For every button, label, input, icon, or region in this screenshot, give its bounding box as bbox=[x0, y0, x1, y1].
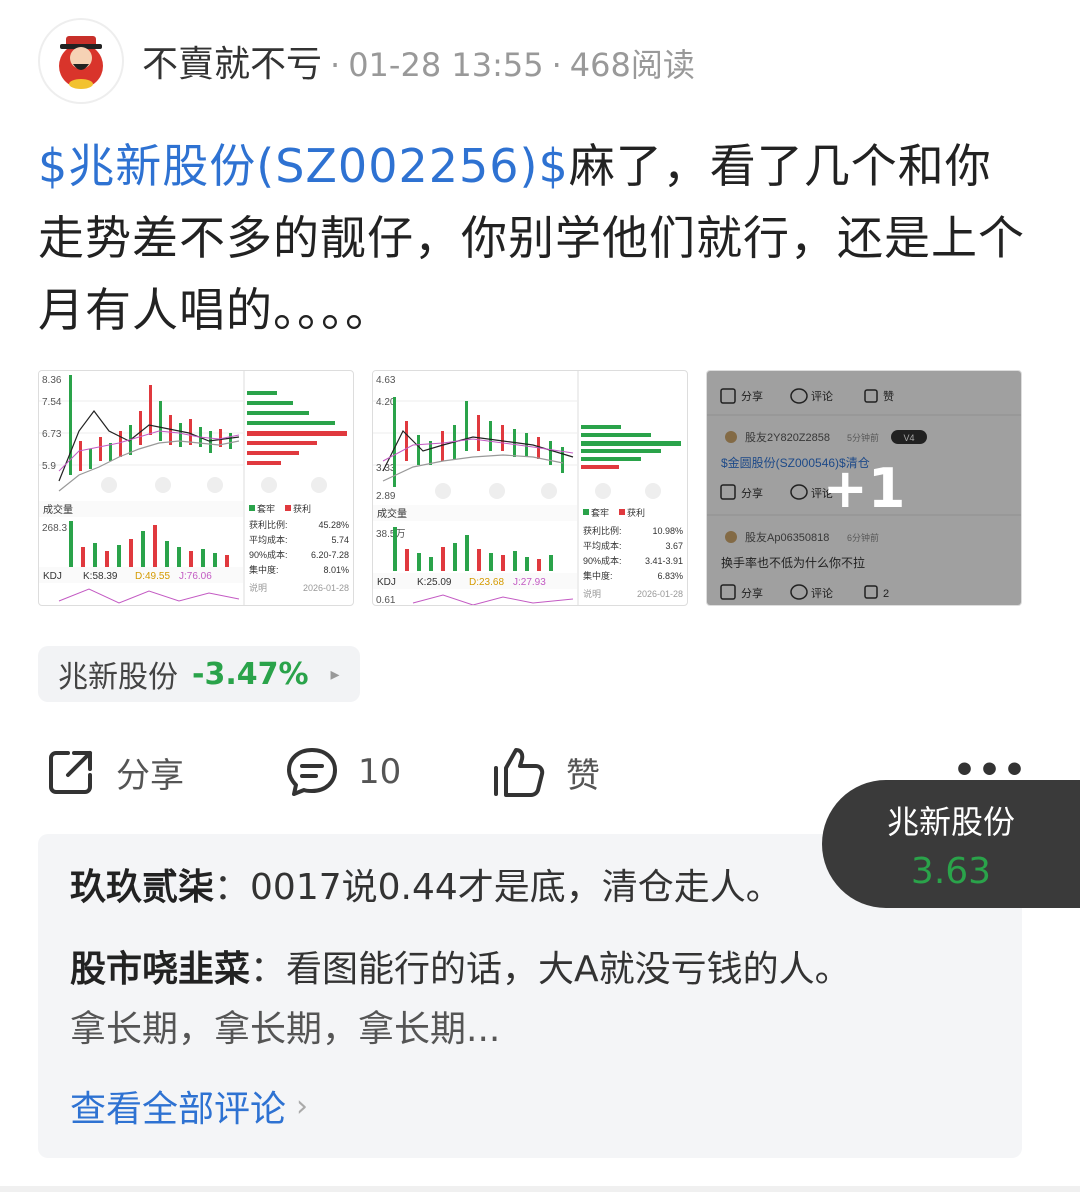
stat-label: 获利比例: bbox=[583, 525, 622, 536]
post-meta: 不賣就不亏 · 01-28 13:55 · 468阅读 bbox=[142, 35, 695, 87]
y-tick: 4.63 bbox=[376, 375, 396, 386]
stat-value: 3.67 bbox=[665, 541, 683, 551]
stat-value: 45.28% bbox=[318, 520, 349, 530]
like-button[interactable]: 赞 bbox=[490, 740, 600, 804]
stat-label: 获利比例: bbox=[249, 519, 288, 530]
god-of-wealth-avatar-icon bbox=[59, 36, 103, 89]
like-label: 赞 bbox=[566, 755, 600, 796]
y-tick: 6.73 bbox=[42, 429, 62, 440]
kdj-bottom: 0.61 bbox=[376, 595, 396, 606]
stat-value: 5.74 bbox=[331, 535, 349, 545]
kdj-k: K:58.39 bbox=[83, 571, 118, 582]
view-all-label: 查看全部评论 bbox=[70, 1089, 287, 1130]
stat-label: 集中度: bbox=[249, 564, 279, 575]
post-header: 不賣就不亏 · 01-28 13:55 · 468阅读 bbox=[38, 18, 695, 104]
y-tick: 4.20 bbox=[376, 397, 396, 408]
bottom-divider bbox=[0, 1186, 1080, 1192]
stat-value: 8.01% bbox=[323, 565, 349, 575]
share-button[interactable]: 分享 bbox=[44, 740, 184, 804]
more-images-count: +1 bbox=[822, 456, 906, 520]
post-body: $兆新股份(SZ002256)$麻了，看了几个和你走势差不多的靓仔，你别学他们就… bbox=[38, 130, 1038, 346]
chart-thumbnail-2[interactable]: 4.63 4.20 3.33 2.89 成交量 38.5万 KDJ K:25.0… bbox=[372, 370, 688, 606]
legend-profit: 获利 bbox=[293, 503, 311, 514]
stat-label: 平均成本: bbox=[583, 540, 622, 551]
screenshot-thumbnail-3[interactable]: 分享 评论 赞 股友2Y820Z2858 5分钟前 V4 $金圆股份(SZ000… bbox=[706, 370, 1022, 606]
commenter-name[interactable]: 玖玖贰柒 bbox=[70, 867, 214, 908]
floating-stock-price: 3.63 bbox=[910, 850, 992, 892]
stat-value: 6.83% bbox=[657, 571, 683, 581]
volume-label: 成交量 bbox=[377, 507, 407, 520]
stat-label: 集中度: bbox=[583, 570, 613, 581]
y-tick: 2.89 bbox=[376, 491, 396, 502]
comment-text-continued: 拿长期，拿长期，拿长期... bbox=[70, 1009, 501, 1050]
y-tick: 8.36 bbox=[42, 375, 62, 386]
image-thumbnails: 8.36 7.54 6.73 5.9 成交量 268.3 KDJ K:58.39… bbox=[38, 370, 1022, 606]
floating-stock-name: 兆新股份 bbox=[886, 802, 1015, 841]
comment-button[interactable]: 10 bbox=[284, 740, 401, 804]
play-arrow-icon: ▸ bbox=[330, 663, 340, 685]
share-label: 分享 bbox=[116, 755, 184, 796]
floating-stock-quote[interactable]: 兆新股份 3.63 bbox=[822, 780, 1080, 908]
kdj-d: D:23.68 bbox=[469, 577, 504, 588]
volume-bars bbox=[69, 521, 229, 567]
read-count: 468阅读 bbox=[569, 46, 695, 84]
commenter-name[interactable]: 股市哓韭菜 bbox=[70, 949, 250, 990]
stock-link[interactable]: $兆新股份(SZ002256)$ bbox=[38, 139, 569, 193]
volume-bars bbox=[393, 527, 553, 571]
thumbs-up-icon bbox=[494, 748, 545, 797]
chip-distribution bbox=[247, 391, 347, 465]
note-label: 说明 bbox=[249, 582, 267, 593]
meta-separator: · bbox=[330, 46, 341, 84]
chip-distribution bbox=[581, 425, 681, 469]
volume-value: 268.3 bbox=[42, 523, 67, 534]
volume-label: 成交量 bbox=[43, 503, 73, 516]
stat-value: 3.41-3.91 bbox=[645, 556, 683, 566]
kdj-j: J:76.06 bbox=[179, 571, 212, 582]
view-all-comments-link[interactable]: 查看全部评论 › bbox=[70, 1080, 308, 1132]
note-label: 说明 bbox=[583, 588, 601, 599]
comment-text: ：0017说0.44才是底，清仓走人。 bbox=[214, 867, 782, 908]
post-time: 01-28 13:55 bbox=[348, 46, 544, 84]
y-tick: 7.54 bbox=[42, 397, 62, 408]
legend-trapped: 套牢 bbox=[257, 503, 275, 514]
chart-date: 2026-01-28 bbox=[303, 583, 349, 593]
stock-quote-chip[interactable]: 兆新股份 -3.47% ▸ bbox=[38, 646, 360, 702]
stat-label: 90%成本: bbox=[583, 555, 622, 566]
chevron-right-icon: › bbox=[296, 1088, 309, 1124]
comment-item[interactable]: 股市哓韭菜：看图能行的话，大A就没亏钱的人。 拿长期，拿长期，拿长期... bbox=[70, 940, 998, 1060]
stat-value: 10.98% bbox=[652, 526, 683, 536]
legend-profit: 获利 bbox=[627, 507, 645, 518]
stat-label: 平均成本: bbox=[249, 534, 288, 545]
meta-separator: · bbox=[551, 46, 562, 84]
author-name[interactable]: 不賣就不亏 bbox=[142, 35, 322, 87]
comment-count: 10 bbox=[358, 752, 402, 792]
chart-date: 2026-01-28 bbox=[637, 589, 683, 599]
stock-name: 兆新股份 bbox=[58, 660, 178, 695]
legend-trapped: 套牢 bbox=[591, 507, 609, 518]
comment-bubble-icon bbox=[287, 748, 337, 796]
chart-thumbnail-1[interactable]: 8.36 7.54 6.73 5.9 成交量 268.3 KDJ K:58.39… bbox=[38, 370, 354, 606]
stat-label: 90%成本: bbox=[249, 549, 288, 560]
share-icon bbox=[49, 751, 92, 794]
volume-value: 38.5万 bbox=[376, 529, 405, 540]
kdj-label: KDJ bbox=[377, 577, 396, 588]
y-tick: 5.9 bbox=[42, 461, 56, 472]
kdj-d: D:49.55 bbox=[135, 571, 170, 582]
comment-text: ：看图能行的话，大A就没亏钱的人。 bbox=[250, 949, 851, 990]
kdj-j: J:27.93 bbox=[513, 577, 546, 588]
author-avatar[interactable] bbox=[38, 18, 124, 104]
stock-change: -3.47% bbox=[192, 656, 309, 692]
kdj-k: K:25.09 bbox=[417, 577, 452, 588]
stat-value: 6.20-7.28 bbox=[311, 550, 349, 560]
more-images-overlay[interactable]: +1 bbox=[707, 371, 1021, 605]
kdj-label: KDJ bbox=[43, 571, 62, 582]
